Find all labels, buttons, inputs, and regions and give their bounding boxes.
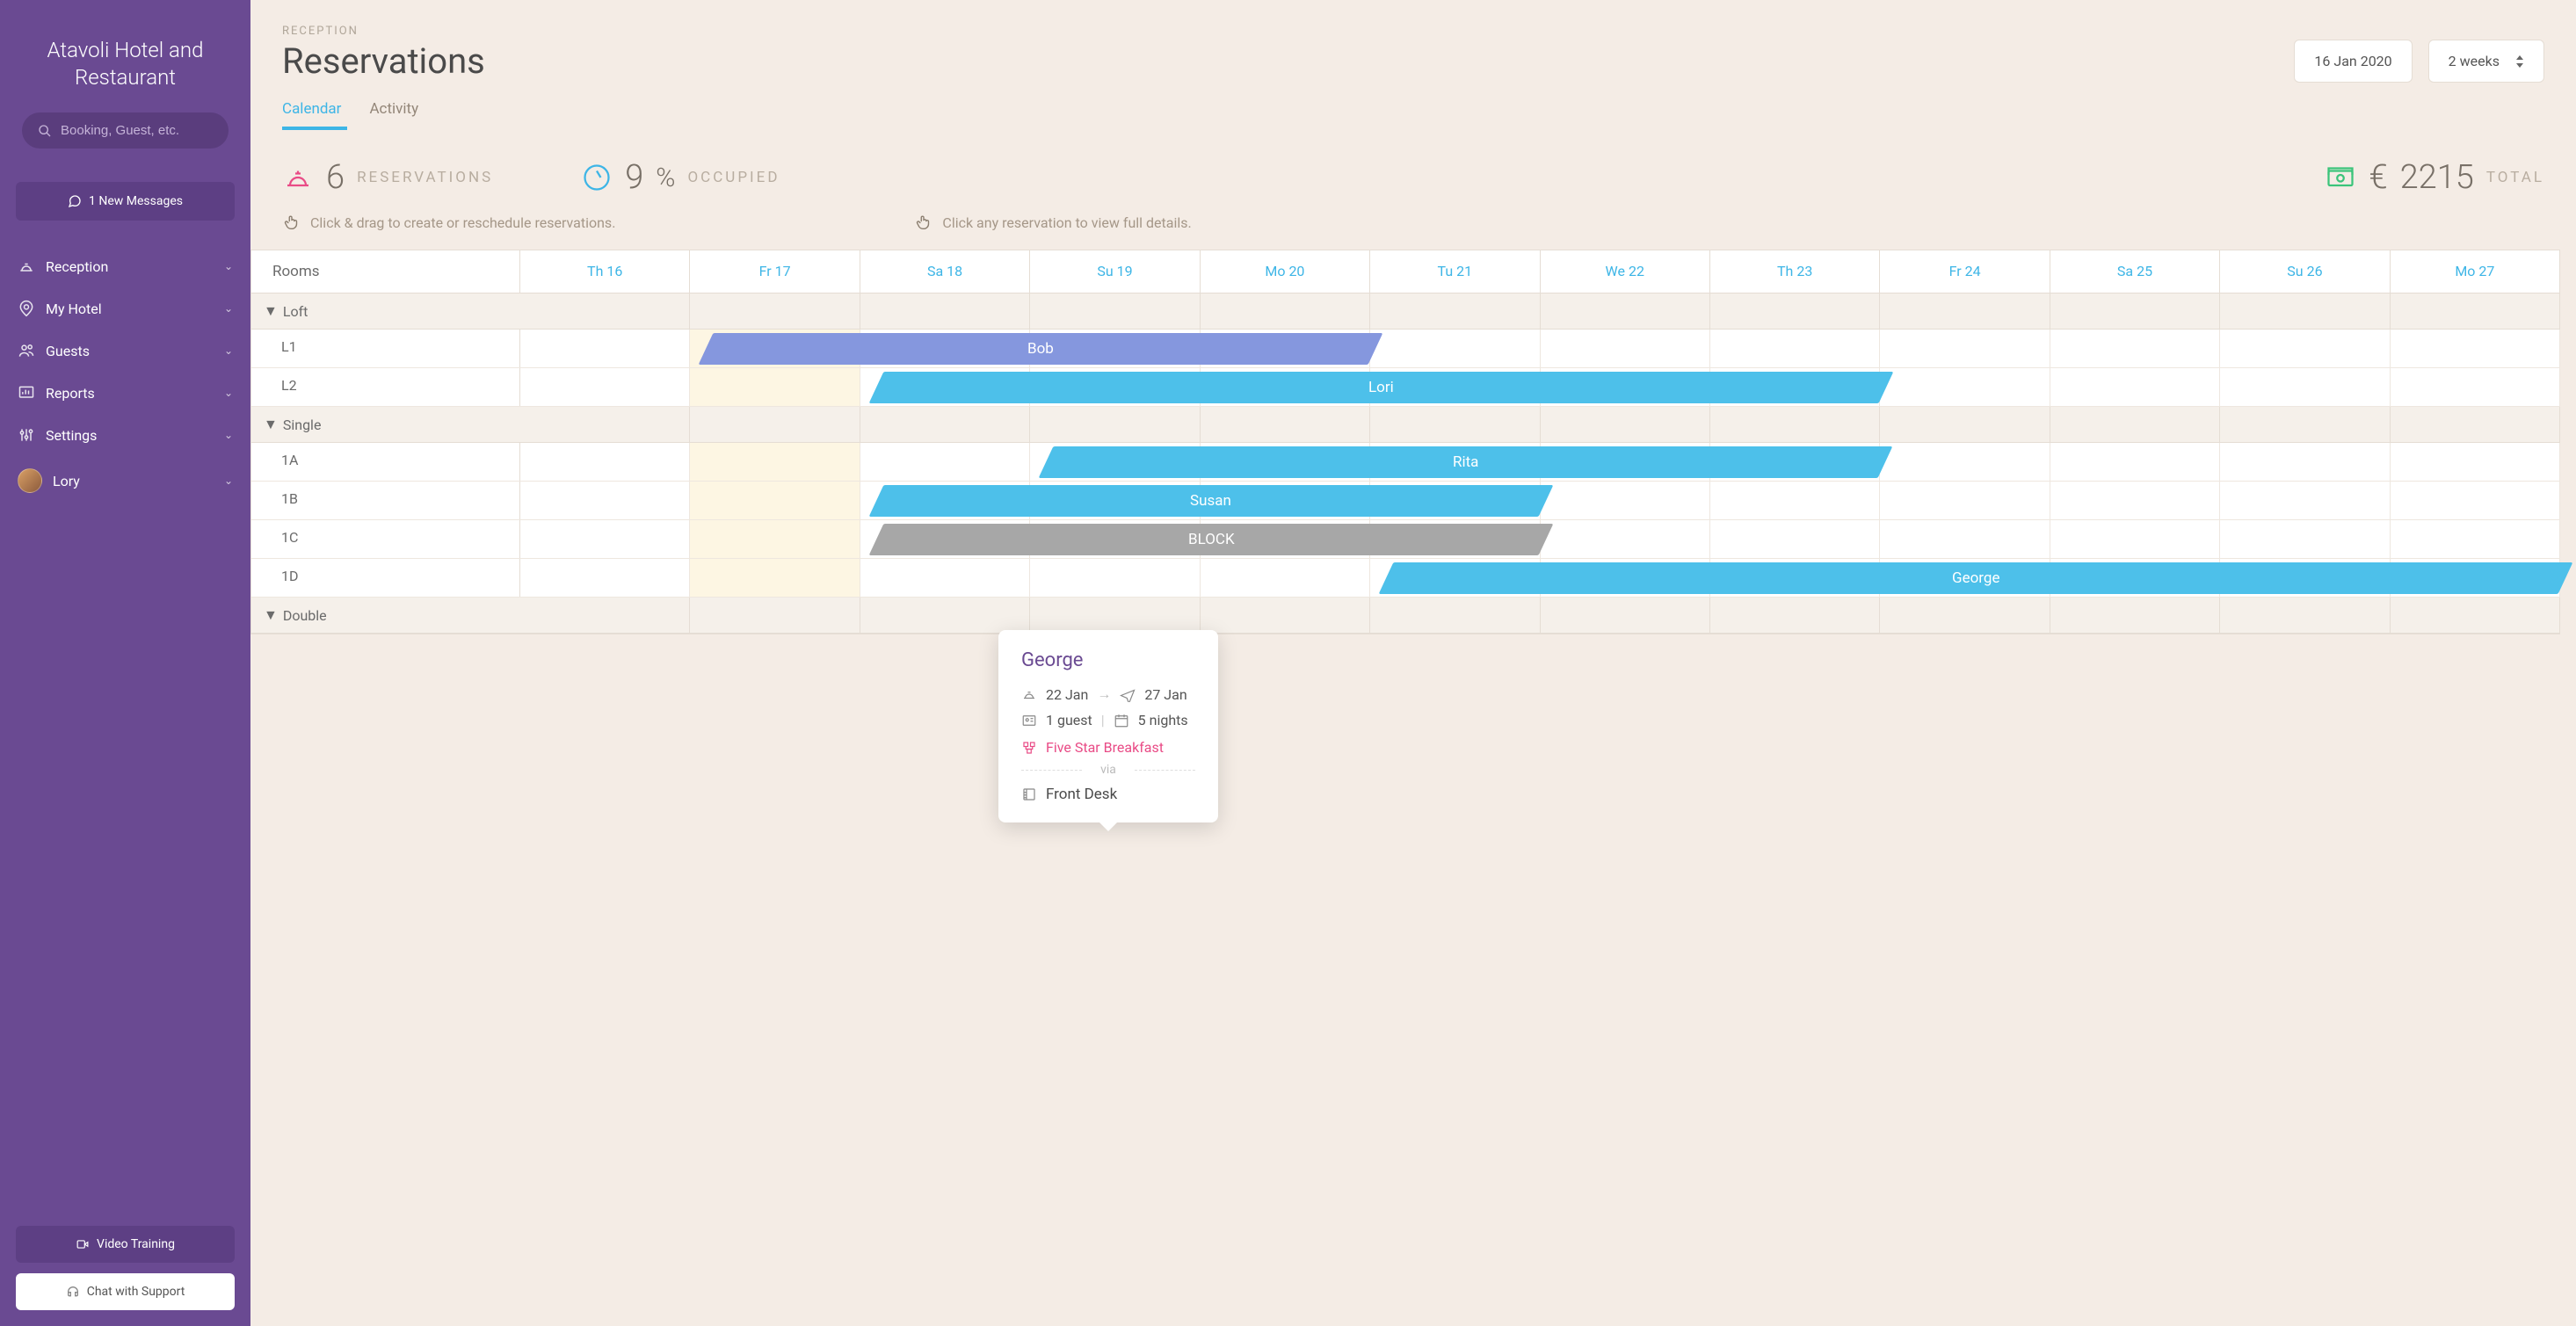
main: RECEPTION Reservations 16 Jan 2020 2 wee… [250,0,2576,1326]
tooltip-guest-name: George [1021,649,1195,671]
day-header: Mo 20 [1201,250,1370,293]
room-row[interactable]: 1B Susan [251,482,2560,520]
room-row[interactable]: 1C BLOCK [251,520,2560,559]
search-icon [38,124,52,138]
pointer-icon [914,213,933,232]
tab-activity[interactable]: Activity [369,100,418,130]
chevron-down-icon: ⌄ [224,475,233,487]
day-header: Tu 21 [1370,250,1540,293]
cash-icon [2325,162,2356,193]
day-header: We 22 [1541,250,1710,293]
sliders-icon [18,426,35,444]
reservation-bar[interactable]: George [1379,562,2573,594]
breadcrumb: RECEPTION [282,25,2544,38]
chat-support-button[interactable]: Chat with Support [16,1273,235,1310]
checkin-icon [1021,686,1037,702]
collapse-icon: ▼ [264,302,278,320]
reservation-bar[interactable]: BLOCK [868,524,1552,555]
users-icon [18,342,35,359]
chevron-down-icon: ⌄ [224,387,233,399]
room-group-single[interactable]: ▼ Single [251,407,2560,443]
headset-icon [66,1285,80,1299]
avatar [18,468,42,493]
day-header: Fr 24 [1880,250,2050,293]
chevron-down-icon: ⌄ [224,429,233,441]
room-row[interactable]: 1A Rita [251,443,2560,482]
room-group-double[interactable]: ▼ Double [251,598,2560,634]
sidebar: Atavoli Hotel and Restaurant 1 New Messa… [0,0,250,1326]
room-row[interactable]: 1DGeorge [251,559,2560,598]
rooms-column-header: Rooms [251,250,520,293]
plan-icon [1021,740,1037,756]
day-header: Th 16 [520,250,690,293]
room-group-loft[interactable]: ▼ Loft [251,293,2560,330]
tab-calendar[interactable]: Calendar [282,100,341,130]
reservation-bar[interactable]: Lori [868,372,1892,403]
date-picker[interactable]: 16 Jan 2020 [2294,40,2412,83]
video-icon [76,1238,90,1250]
chart-icon [18,384,35,402]
room-row[interactable]: L2 Lori [251,368,2560,407]
arrow-icon: → [1097,685,1111,703]
sidebar-item-reports[interactable]: Reports⌄ [0,372,250,414]
reservation-tooltip: George22 Jan→27 Jan1 guest|5 nightsFive … [998,630,1218,822]
sidebar-item-guests[interactable]: Guests⌄ [0,330,250,372]
bell-icon [282,162,314,193]
day-header: Sa 25 [2050,250,2220,293]
chat-icon [68,194,82,208]
desk-icon [1021,786,1037,802]
chevron-down-icon: ⌄ [224,260,233,272]
room-label: 1C [251,520,520,558]
select-caret-icon [2515,55,2524,68]
room-label: L2 [251,368,520,406]
day-header: Su 19 [1030,250,1200,293]
reservation-bar[interactable]: Susan [868,485,1552,517]
collapse-icon: ▼ [264,416,278,433]
messages-button[interactable]: 1 New Messages [16,182,235,221]
sidebar-item-settings[interactable]: Settings⌄ [0,414,250,456]
reservation-bar[interactable]: Bob [699,333,1382,365]
chevron-down-icon: ⌄ [224,344,233,357]
room-label: 1D [251,559,520,597]
hotel-title: Atavoli Hotel and Restaurant [0,0,250,112]
pointer-icon [282,213,301,232]
hint-drag: Click & drag to create or reschedule res… [282,213,615,232]
day-header: Fr 17 [690,250,860,293]
reservation-bar[interactable]: Rita [1039,446,1893,478]
room-label: L1 [251,330,520,367]
stat-reservations: 6 RESERVATIONS [282,158,493,197]
pin-icon [18,300,35,317]
stat-total: € 2215 TOTAL [2325,158,2544,197]
day-header: Su 26 [2220,250,2390,293]
calendar-icon [1114,713,1129,728]
guest-icon [1021,713,1037,728]
calendar-grid: RoomsTh 16Fr 17Sa 18Su 19Mo 20Tu 21We 22… [250,250,2560,634]
user-menu[interactable]: Lory ⌄ [0,456,250,505]
day-header: Sa 18 [860,250,1030,293]
chevron-down-icon: ⌄ [224,302,233,315]
range-select[interactable]: 2 weeks [2428,40,2544,83]
nav: Reception⌄My Hotel⌄Guests⌄Reports⌄Settin… [0,245,250,456]
page-title: Reservations [282,40,485,82]
day-header: Mo 27 [2391,250,2560,293]
plane-icon [1120,686,1136,702]
search-input[interactable] [61,123,236,138]
room-label: 1B [251,482,520,519]
stat-occupied: 9 % OCCUPIED [581,158,780,197]
day-header: Th 23 [1710,250,1880,293]
sidebar-item-reception[interactable]: Reception⌄ [0,245,250,287]
search-bar[interactable] [22,112,229,149]
bell-icon [18,257,35,275]
gauge-icon [581,162,613,193]
room-label: 1A [251,443,520,481]
collapse-icon: ▼ [264,606,278,624]
hint-click: Click any reservation to view full detai… [914,213,1191,232]
room-row[interactable]: L1 Bob [251,330,2560,368]
video-training-button[interactable]: Video Training [16,1226,235,1263]
sidebar-item-my-hotel[interactable]: My Hotel⌄ [0,287,250,330]
